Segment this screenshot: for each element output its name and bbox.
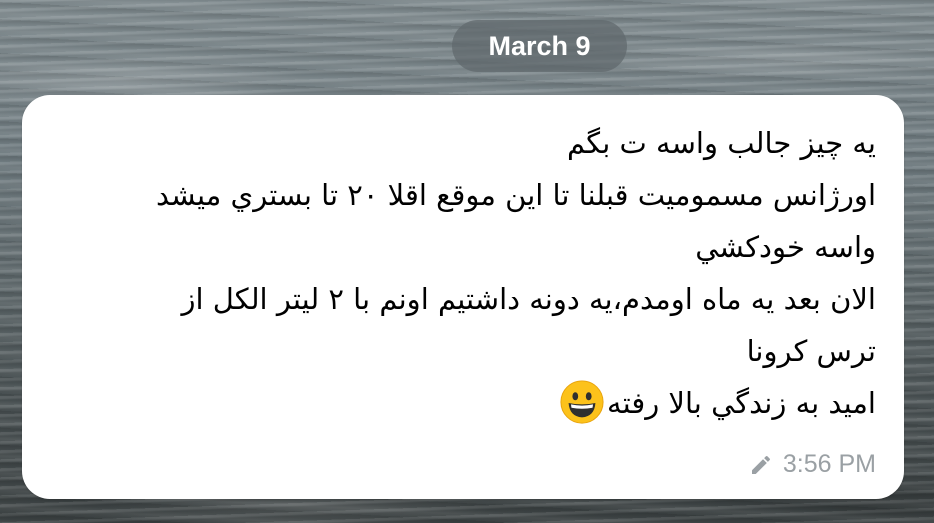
message-last-line: امید به زندگي بالا رفته bbox=[46, 377, 876, 429]
message-line: یه چیز جالب واسه ت بگم bbox=[566, 126, 876, 160]
message-line: ترس کرونا bbox=[746, 334, 876, 368]
message-line: الان بعد یه ماه اومدم،یه دونه داشتیم اون… bbox=[181, 282, 876, 316]
message-time: 3:56 PM bbox=[782, 450, 876, 478]
grinning-face-emoji-icon bbox=[560, 380, 604, 424]
message-text: یه چیز جالب واسه ت بگم اورژانس مسمومیت ق… bbox=[46, 117, 876, 429]
message-meta: 3:56 PM bbox=[749, 450, 876, 479]
message-bubble[interactable]: یه چیز جالب واسه ت بگم اورژانس مسمومیت ق… bbox=[22, 95, 904, 499]
pencil-icon bbox=[751, 455, 770, 474]
message-line: واسه خودکشي bbox=[695, 230, 876, 264]
date-separator: March 9 bbox=[452, 20, 627, 72]
message-line: امید به زندگي بالا رفته bbox=[607, 386, 876, 420]
date-label: March 9 bbox=[488, 30, 591, 61]
message-line: اورژانس مسمومیت قبلنا تا این موقع اقلا ۲… bbox=[155, 178, 876, 212]
